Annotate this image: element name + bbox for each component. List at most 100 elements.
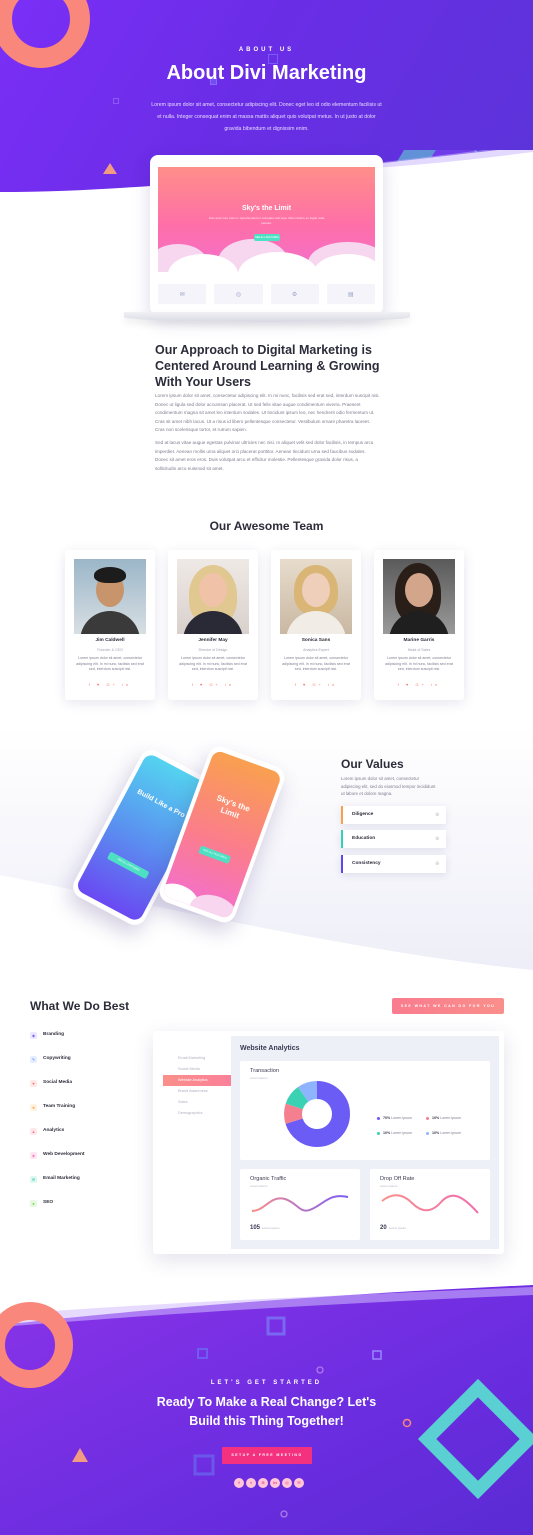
feature-tile-icon: ✉ — [158, 284, 207, 304]
member-photo — [177, 559, 249, 634]
member-social-links[interactable]: f ♥ G+ in — [65, 682, 155, 687]
legend-item: 70% Lorem ipsum — [377, 1116, 412, 1120]
service-label: Analytics — [43, 1128, 65, 1133]
member-role: Analytics Expert — [303, 648, 329, 652]
member-social-links[interactable]: f ♥ G+ in — [168, 682, 258, 687]
seo-icon: ● — [30, 1200, 37, 1207]
laptop-screen: Sky's the Limit Duis aute irure dolor in… — [158, 167, 375, 272]
dashboard-nav-item[interactable]: Sales — [163, 1097, 237, 1108]
approach-paragraph: Sed at lacus vitae augue egestas pulvina… — [155, 440, 374, 471]
hero-title: About Divi Marketing — [166, 62, 367, 84]
expand-icon: ⊕ — [435, 812, 440, 818]
team-section-title: Our Awesome Team — [209, 519, 324, 533]
facebook-icon[interactable]: f — [234, 1478, 244, 1488]
linkedin-icon[interactable]: in — [270, 1478, 280, 1488]
member-photo — [280, 559, 352, 634]
panel-title: Transaction — [250, 1068, 280, 1074]
laptop-screen-title: Sky's the Limit — [241, 205, 292, 212]
service-item-analytics[interactable]: ▲ Analytics — [30, 1126, 64, 1136]
hero-eyebrow: ABOUT US — [238, 47, 295, 53]
decorative-square — [113, 98, 119, 104]
copywriting-icon: ✎ — [30, 1056, 37, 1063]
decorative-ring — [0, 0, 90, 68]
laptop-screen-button[interactable]: SEE ALL FEATURES — [254, 234, 280, 241]
member-bio: Lorem ipsum dolor sit amet, consectetur … — [385, 656, 453, 672]
drop-off-rate-value: 20 Lorem ipsum — [380, 1225, 407, 1231]
organic-traffic-panel: Organic Traffic Lorem ipsum 105 Lorem ips… — [240, 1169, 360, 1240]
service-item-copywriting[interactable]: ✎ Copywriting — [30, 1054, 71, 1064]
twitter-icon[interactable]: t — [246, 1478, 256, 1488]
member-role: Founder & CEO — [97, 648, 123, 652]
service-label: Social Media — [43, 1080, 73, 1085]
member-social-links[interactable]: f ♥ G+ in — [271, 682, 361, 687]
member-role: Director of Design — [198, 648, 228, 652]
service-item-email-marketing[interactable]: ✉ Email Marketing — [30, 1174, 80, 1184]
analytics-dashboard-mockup: Email Marketing Social Media Website Ana… — [153, 1031, 504, 1254]
panel-subtitle: Lorem ipsum — [250, 1184, 268, 1188]
drop-off-rate-panel: Drop Off Rate Lorem ipsum 20 Lorem ipsum — [370, 1169, 490, 1240]
value-label: Consistency — [352, 861, 381, 866]
member-social-links[interactable]: f ♥ G+ in — [374, 682, 464, 687]
branding-icon: ◆ — [30, 1032, 37, 1039]
approach-title: Our Approach to Digital Marketing is Cen… — [155, 343, 380, 389]
footer-eyebrow: LET'S GET STARTED — [210, 1380, 323, 1386]
legend-item: 10% Lorem ipsum — [426, 1116, 461, 1120]
values-title: Our Values — [341, 757, 404, 771]
organic-traffic-value: 105 Lorem ipsum — [250, 1225, 280, 1231]
service-item-web-development[interactable]: ◈ Web Development — [30, 1150, 85, 1160]
member-bio: Lorem ipsum dolor sit amet, consectetur … — [76, 656, 144, 672]
laptop-base — [124, 312, 410, 322]
member-name: Sonica Sans — [301, 638, 331, 643]
member-bio: Lorem ipsum dolor sit amet, consectetur … — [179, 656, 247, 672]
expand-icon: ⊕ — [435, 861, 440, 867]
value-label: Diligence — [352, 812, 374, 817]
organic-traffic-line — [251, 1195, 349, 1212]
web-development-icon: ◈ — [30, 1152, 37, 1159]
see-what-we-can-do-button[interactable]: SEE WHAT WE CAN DO FOR YOU — [392, 998, 504, 1014]
setup-free-meeting-button[interactable]: SETUP A FREE MEETING — [222, 1447, 312, 1464]
service-item-social-media[interactable]: ♥ Social Media — [30, 1078, 72, 1088]
service-item-team-training[interactable]: ★ Team Training — [30, 1102, 75, 1112]
value-accordion-consistency[interactable]: Consistency ⊕ — [341, 855, 446, 873]
approach-paragraph: Lorem ipsum dolor sit amet, consectetur … — [155, 393, 380, 433]
member-name: Marine Garris — [403, 638, 435, 643]
dashboard-nav-item[interactable]: Demographics — [163, 1108, 237, 1119]
team-member-card: Jennifer May Director of Design Lorem ip… — [168, 550, 258, 700]
panel-subtitle: Lorem ipsum — [250, 1076, 268, 1080]
transaction-panel: Transaction Lorem ipsum 70% Lorem ipsum … — [240, 1061, 490, 1160]
value-label: Education — [352, 836, 376, 841]
value-accordion-diligence[interactable]: Diligence ⊕ — [341, 806, 446, 824]
google-plus-icon[interactable]: G — [258, 1478, 268, 1488]
legend-item: 10% Lorem ipsum — [377, 1131, 412, 1135]
member-role: Head of Sales — [407, 648, 431, 652]
transaction-donut-chart — [284, 1081, 350, 1147]
service-label: Email Marketing — [43, 1176, 80, 1181]
email-icon[interactable]: ✉ — [294, 1478, 304, 1488]
hero-description: Lorem ipsum dolor sit amet, consectetur … — [151, 102, 382, 132]
service-item-branding[interactable]: ◆ Branding — [30, 1030, 64, 1040]
feature-tile-icon: ▤ — [326, 284, 375, 304]
dashboard-nav-item-active[interactable]: Website Analytics — [163, 1075, 237, 1086]
footer-title-line: Ready To Make a Real Change? Let's — [156, 1395, 377, 1409]
drop-off-rate-line — [381, 1194, 479, 1214]
footer-social-links: f t G in ◎ ✉ — [234, 1478, 304, 1488]
phone-left-button[interactable]: SEE ALL FEATURES — [106, 851, 150, 880]
dashboard-nav-item[interactable]: Brand Awareness — [163, 1086, 237, 1097]
service-item-seo[interactable]: ● SEO — [30, 1198, 53, 1208]
team-grid: Jim Caldwell Founder & CEO Lorem ipsum d… — [65, 550, 467, 700]
feature-tile-icon: ◎ — [214, 284, 263, 304]
team-member-card: Marine Garris Head of Sales Lorem ipsum … — [374, 550, 464, 700]
best-section-title: What We Do Best — [30, 999, 130, 1013]
social-media-icon: ♥ — [30, 1080, 37, 1087]
dashboard-nav-item[interactable]: Social Media — [163, 1064, 237, 1075]
team-training-icon: ★ — [30, 1104, 37, 1111]
dashboard-nav-item[interactable]: Email Marketing — [163, 1053, 237, 1064]
legend-item: 10% Lorem ipsum — [426, 1131, 461, 1135]
instagram-icon[interactable]: ◎ — [282, 1478, 292, 1488]
member-name: Jim Caldwell — [95, 638, 125, 643]
phone-right-button[interactable]: SEE ALL FEATURES — [198, 845, 232, 864]
laptop-mockup: Sky's the Limit Duis aute irure dolor in… — [150, 155, 383, 315]
panel-subtitle: Lorem ipsum — [380, 1184, 398, 1188]
value-accordion-education[interactable]: Education ⊕ — [341, 830, 446, 848]
service-label: Web Development — [43, 1152, 85, 1157]
